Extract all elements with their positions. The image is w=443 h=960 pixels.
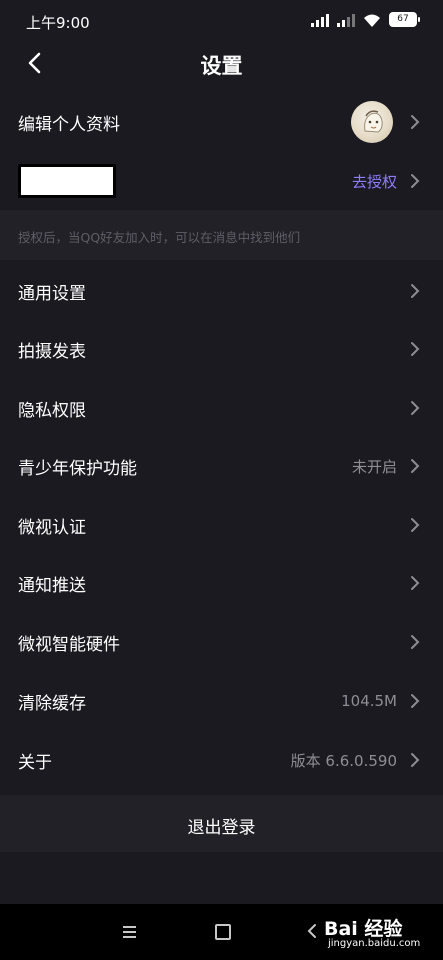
authorize-link[interactable]: 去授权 bbox=[352, 171, 397, 192]
home-icon[interactable] bbox=[215, 924, 231, 940]
cache-size: 104.5M bbox=[341, 692, 397, 710]
authorize-hint: 授权后，当QQ好友加入时，可以在消息中找到他们 bbox=[18, 230, 301, 245]
settings-item-verification[interactable]: 微视认证 bbox=[0, 496, 443, 554]
settings-item-clear-cache[interactable]: 清除缓存 104.5M bbox=[0, 672, 443, 730]
battery-level: 67 bbox=[397, 14, 409, 24]
watermark-url: jingyan.baidu.com bbox=[328, 938, 421, 949]
settings-item-label: 关于 bbox=[18, 752, 52, 773]
logout-button[interactable]: 退出登录 bbox=[0, 795, 443, 852]
watermark-brand: Bai 经验 bbox=[324, 918, 403, 940]
settings-item-label: 通知推送 bbox=[18, 575, 86, 596]
status-time: 上午9:00 bbox=[26, 14, 90, 32]
settings-item-label: 微视认证 bbox=[18, 517, 86, 538]
chevron-right-icon bbox=[409, 282, 421, 300]
nav-bar: 设置 bbox=[0, 40, 443, 86]
chevron-right-icon bbox=[409, 574, 421, 592]
system-back-icon[interactable] bbox=[306, 922, 318, 940]
wifi-icon bbox=[363, 13, 381, 27]
settings-item-label: 微视智能硬件 bbox=[18, 634, 120, 655]
settings-item-label: 拍摄发表 bbox=[18, 341, 86, 362]
settings-item-about[interactable]: 关于 版本 6.6.0.590 bbox=[0, 731, 443, 789]
authorize-hint-block: 授权后，当QQ好友加入时，可以在消息中找到他们 bbox=[0, 210, 443, 260]
settings-item-youth-protection[interactable]: 青少年保护功能 未开启 bbox=[0, 437, 443, 495]
edit-profile-row[interactable]: 编辑个人资料 bbox=[0, 93, 443, 151]
youth-protection-status: 未开启 bbox=[351, 457, 397, 476]
menu-icon[interactable] bbox=[123, 926, 136, 938]
qq-authorize-row[interactable]: 去授权 bbox=[0, 155, 443, 207]
chevron-right-icon bbox=[409, 633, 421, 651]
logout-label: 退出登录 bbox=[187, 818, 256, 838]
avatar bbox=[351, 101, 393, 143]
chevron-right-icon bbox=[409, 172, 421, 190]
chevron-right-icon bbox=[409, 113, 421, 131]
settings-item-capture-publish[interactable]: 拍摄发表 bbox=[0, 320, 443, 378]
status-bar: 上午9:00 67 bbox=[0, 0, 443, 40]
settings-item-label: 清除缓存 bbox=[18, 693, 86, 714]
signal-icon-secondary bbox=[337, 13, 355, 27]
settings-item-label: 青少年保护功能 bbox=[18, 458, 137, 479]
settings-item-notifications[interactable]: 通知推送 bbox=[0, 554, 443, 612]
chevron-right-icon bbox=[409, 516, 421, 534]
settings-item-privacy[interactable]: 隐私权限 bbox=[0, 379, 443, 437]
settings-item-label: 隐私权限 bbox=[18, 400, 86, 421]
edit-profile-label: 编辑个人资料 bbox=[18, 114, 120, 135]
chevron-right-icon bbox=[409, 457, 421, 475]
chevron-right-icon bbox=[409, 340, 421, 358]
settings-item-general[interactable]: 通用设置 bbox=[0, 262, 443, 320]
chevron-right-icon bbox=[409, 751, 421, 769]
battery-icon: 67 bbox=[389, 12, 420, 27]
chevron-right-icon bbox=[409, 399, 421, 417]
app-version: 版本 6.6.0.590 bbox=[290, 751, 397, 770]
redacted-name bbox=[18, 164, 116, 198]
settings-item-smart-hardware[interactable]: 微视智能硬件 bbox=[0, 613, 443, 671]
baidu-watermark: Bai 经验 jingyan.baidu.com bbox=[324, 910, 442, 954]
status-icons: 67 bbox=[311, 12, 420, 27]
system-nav-bar: Bai 经验 jingyan.baidu.com bbox=[0, 904, 443, 960]
page-title: 设置 bbox=[200, 54, 243, 78]
settings-item-label: 通用设置 bbox=[18, 283, 86, 304]
signal-icon bbox=[311, 13, 329, 27]
chevron-right-icon bbox=[409, 692, 421, 710]
